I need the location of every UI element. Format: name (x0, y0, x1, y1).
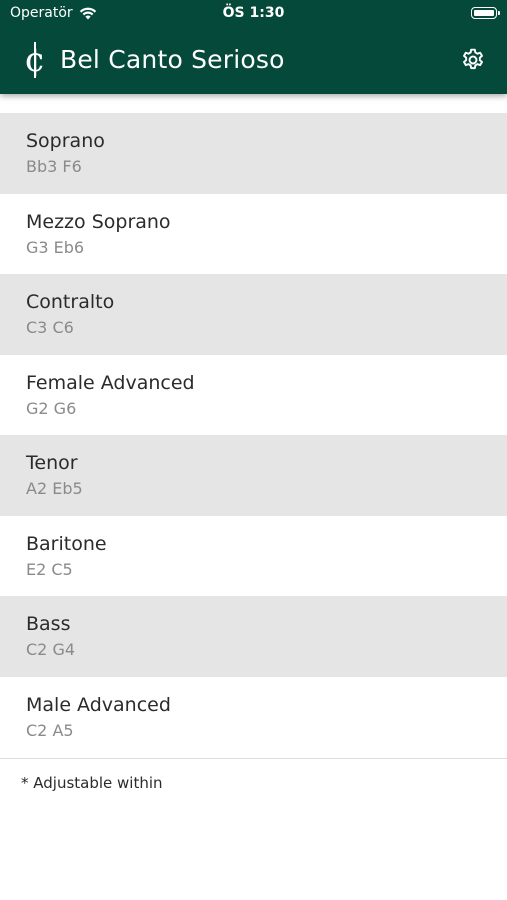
list-item-tenor[interactable]: Tenor A2 Eb5 (0, 435, 507, 516)
voice-range: E2 C5 (26, 559, 73, 579)
voice-range: G3 Eb6 (26, 237, 85, 257)
voice-name: Mezzo Soprano (26, 210, 171, 233)
app-bar: ¢ Bel Canto Serioso (0, 30, 507, 90)
status-bar: Operatör ÖS 1:30 (0, 0, 507, 28)
app-header: Operatör ÖS 1:30 ¢ Bel Canto Serioso (0, 0, 507, 94)
list-item-contralto[interactable]: Contralto C3 C6 (0, 274, 507, 355)
app-title: Bel Canto Serioso (60, 45, 285, 74)
list-item-bass[interactable]: Bass C2 G4 (0, 596, 507, 677)
voice-type-list: Soprano Bb3 F6 Mezzo Soprano G3 Eb6 Cont… (0, 113, 507, 757)
list-item-male-advanced[interactable]: Male Advanced C2 A5 (0, 677, 507, 758)
voice-name: Female Advanced (26, 371, 195, 394)
voice-name: Baritone (26, 532, 107, 555)
voice-range: C2 A5 (26, 720, 74, 740)
voice-name: Soprano (26, 130, 105, 152)
voice-range: A2 Eb5 (26, 479, 83, 498)
voice-range: G2 G6 (26, 398, 77, 418)
list-item-soprano[interactable]: Soprano Bb3 F6 (0, 113, 507, 194)
status-time: ÖS 1:30 (222, 5, 285, 21)
settings-button[interactable] (459, 46, 487, 74)
list-divider (0, 758, 507, 759)
app-logo-icon: ¢ (22, 40, 48, 80)
list-item-female-advanced[interactable]: Female Advanced G2 G6 (0, 355, 507, 436)
voice-name: Tenor (26, 452, 78, 474)
battery-icon (471, 7, 500, 19)
gear-icon (463, 48, 483, 70)
list-item-mezzo-soprano[interactable]: Mezzo Soprano G3 Eb6 (0, 194, 507, 275)
voice-name: Male Advanced (26, 693, 171, 716)
footnote: * Adjustable within (21, 774, 163, 792)
list-item-baritone[interactable]: Baritone E2 C5 (0, 516, 507, 597)
voice-name: Contralto (26, 291, 115, 313)
voice-range: C2 G4 (26, 640, 76, 659)
voice-range: Bb3 F6 (26, 157, 82, 176)
voice-range: C3 C6 (26, 318, 74, 337)
voice-name: Bass (26, 613, 71, 635)
